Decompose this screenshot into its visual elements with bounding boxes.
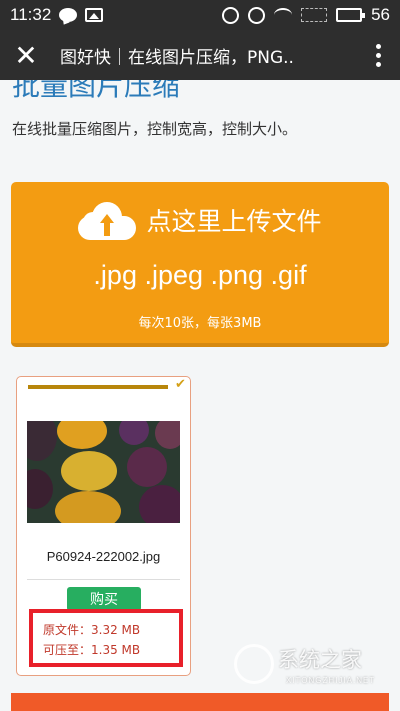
title-bar: ✕ 图好快｜在线图片压缩，PNG..	[0, 30, 400, 80]
cloud-upload-icon	[78, 200, 137, 240]
watermark-brand: 系统之家	[278, 648, 362, 672]
watermark-logo-icon	[234, 644, 274, 684]
more-dot	[375, 61, 381, 67]
more-dot	[375, 52, 381, 58]
upload-progress-bar	[28, 385, 168, 389]
alarm-icon	[248, 6, 266, 24]
upload-button[interactable]: 点这里上传文件 .jpg .jpeg .png .gif 每次10张，每张3MB	[11, 182, 389, 347]
close-icon: ✕	[14, 38, 38, 72]
more-menu-button[interactable]	[356, 30, 400, 80]
status-bar: 11:32 56	[0, 0, 400, 30]
signal-icon	[301, 8, 328, 22]
original-size: 原文件：3.32 MB	[43, 623, 141, 637]
watermark-domain: XITONGZHIJIA.NET	[286, 676, 376, 685]
battery-level: 56	[371, 5, 390, 24]
page-subtitle: 在线批量压缩图片，控制宽高，控制大小。	[12, 120, 298, 138]
battery-icon	[336, 8, 366, 22]
watermark: 系统之家 XITONGZHIJIA.NET	[228, 640, 388, 700]
wifi-icon	[274, 8, 293, 22]
chat-notification-icon	[59, 8, 78, 22]
page-content: 批量图片压缩 在线批量压缩图片，控制宽高，控制大小。 点这里上传文件 .jpg …	[0, 80, 400, 711]
file-card: ✔ P60924-222002.jpg 购买 原文件：3.32 MB 可压至：1…	[16, 376, 191, 676]
divider	[27, 579, 180, 580]
buy-button[interactable]: 购买	[67, 587, 141, 611]
sync-icon	[222, 6, 240, 24]
more-dot	[375, 43, 381, 49]
compressed-size: 可压至：1.35 MB	[43, 643, 141, 657]
page-heading: 批量图片压缩	[12, 80, 181, 102]
page-title: 图好快｜在线图片压缩，PNG..	[60, 47, 294, 68]
upload-limit: 每次10张，每张3MB	[138, 316, 262, 331]
file-name: P60924-222002.jpg	[46, 549, 161, 564]
upload-formats: .jpg .jpeg .png .gif	[93, 260, 307, 290]
status-time: 11:32	[10, 5, 52, 24]
check-icon: ✔	[175, 377, 186, 392]
close-button[interactable]: ✕	[0, 30, 52, 80]
file-thumbnail	[27, 421, 180, 523]
upload-title: 点这里上传文件	[146, 207, 322, 236]
image-notification-icon	[85, 8, 104, 22]
size-info-highlight: 原文件：3.32 MB 可压至：1.35 MB	[29, 609, 183, 667]
